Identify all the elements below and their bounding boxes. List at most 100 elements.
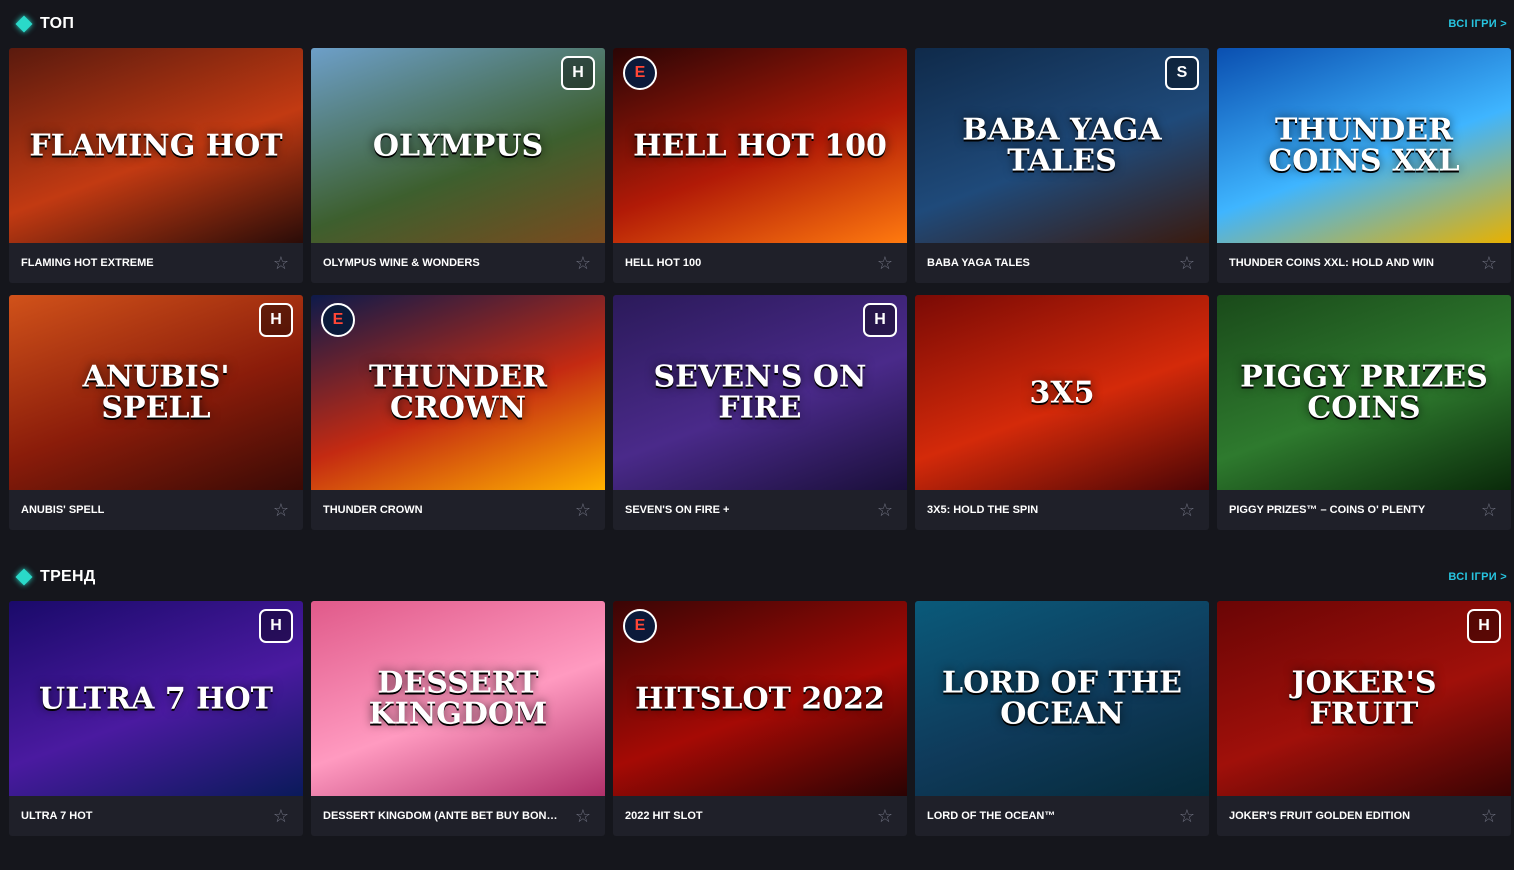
- game-name: ANUBIS' SPELL: [21, 504, 105, 516]
- game-thumbnail[interactable]: H JOKER'S FRUIT: [1217, 601, 1511, 796]
- star-icon[interactable]: ☆: [877, 807, 893, 825]
- section-1: ТРЕНД ВСІ ІГРИ > H ULTRA 7 HOT ULTRA 7 H…: [0, 553, 1514, 836]
- game-card[interactable]: H SEVEN'S ON FIRE SEVEN'S ON FIRE + ☆: [613, 295, 907, 530]
- game-name: OLYMPUS WINE & WONDERS: [323, 257, 480, 269]
- game-card[interactable]: E HITSLOT 2022 2022 HIT SLOT ☆: [613, 601, 907, 836]
- section-title: ТРЕНД: [15, 568, 96, 586]
- star-icon[interactable]: ☆: [575, 501, 591, 519]
- game-thumbnail-title: FLAMING HOT: [29, 127, 283, 163]
- section-title-text: ТРЕНД: [40, 568, 96, 585]
- game-thumbnail-title: HITSLOT 2022: [635, 680, 885, 716]
- star-icon[interactable]: ☆: [1179, 501, 1195, 519]
- game-card-footer: SEVEN'S ON FIRE + ☆: [613, 490, 907, 530]
- diamond-icon: [15, 568, 33, 586]
- star-icon[interactable]: ☆: [575, 254, 591, 272]
- provider-badge-icon: E: [623, 56, 657, 90]
- all-games-link[interactable]: ВСІ ІГРИ >: [1448, 18, 1507, 30]
- game-card-footer: DESSERT KINGDOM (ANTE BET BUY BONUS) ☆: [311, 796, 605, 836]
- game-card-footer: LORD OF THE OCEAN™ ☆: [915, 796, 1209, 836]
- game-thumbnail[interactable]: H OLYMPUS: [311, 48, 605, 243]
- game-card-footer: 3X5: HOLD THE SPIN ☆: [915, 490, 1209, 530]
- all-games-link[interactable]: ВСІ ІГРИ >: [1448, 571, 1507, 583]
- game-card[interactable]: 3X5 3X5: HOLD THE SPIN ☆: [915, 295, 1209, 530]
- star-icon[interactable]: ☆: [273, 807, 289, 825]
- game-thumbnail[interactable]: E HITSLOT 2022: [613, 601, 907, 796]
- game-name: BABA YAGA TALES: [927, 257, 1030, 269]
- game-card[interactable]: FLAMING HOT FLAMING HOT EXTREME ☆: [9, 48, 303, 283]
- game-name: LORD OF THE OCEAN™: [927, 810, 1056, 822]
- game-name: FLAMING HOT EXTREME: [21, 257, 154, 269]
- game-card-footer: THUNDER CROWN ☆: [311, 490, 605, 530]
- game-thumbnail[interactable]: LORD OF THE OCEAN: [915, 601, 1209, 796]
- game-thumbnail-title: BABA YAGA TALES: [962, 112, 1162, 179]
- game-thumbnail[interactable]: H SEVEN'S ON FIRE: [613, 295, 907, 490]
- game-card[interactable]: DESSERT KINGDOM DESSERT KINGDOM (ANTE BE…: [311, 601, 605, 836]
- game-name: ULTRA 7 HOT: [21, 810, 93, 822]
- game-card[interactable]: LORD OF THE OCEAN LORD OF THE OCEAN™ ☆: [915, 601, 1209, 836]
- provider-badge-icon: H: [1467, 609, 1501, 643]
- star-icon[interactable]: ☆: [1481, 807, 1497, 825]
- game-card-footer: THUNDER COINS XXL: HOLD AND WIN ☆: [1217, 243, 1511, 283]
- game-name: PIGGY PRIZES™ – COINS O' PLENTY: [1229, 504, 1426, 516]
- game-thumbnail-title: DESSERT KINGDOM: [368, 665, 548, 732]
- game-card[interactable]: PIGGY PRIZES COINS PIGGY PRIZES™ – COINS…: [1217, 295, 1511, 530]
- game-card-footer: ANUBIS' SPELL ☆: [9, 490, 303, 530]
- game-thumbnail[interactable]: FLAMING HOT: [9, 48, 303, 243]
- star-icon[interactable]: ☆: [1179, 807, 1195, 825]
- provider-badge-icon: S: [1165, 56, 1199, 90]
- game-card[interactable]: H OLYMPUS OLYMPUS WINE & WONDERS ☆: [311, 48, 605, 283]
- game-thumbnail[interactable]: PIGGY PRIZES COINS: [1217, 295, 1511, 490]
- game-name: 3X5: HOLD THE SPIN: [927, 504, 1039, 516]
- section-header: ТОП ВСІ ІГРИ >: [0, 0, 1514, 48]
- game-name: THUNDER COINS XXL: HOLD AND WIN: [1229, 257, 1434, 269]
- game-thumbnail-title: OLYMPUS: [372, 127, 544, 163]
- game-thumbnail-title: 3X5: [1029, 374, 1095, 410]
- section-0: ТОП ВСІ ІГРИ > FLAMING HOT FLAMING HOT E…: [0, 0, 1514, 530]
- game-card-footer: HELL HOT 100 ☆: [613, 243, 907, 283]
- star-icon[interactable]: ☆: [1481, 501, 1497, 519]
- star-icon[interactable]: ☆: [273, 254, 289, 272]
- game-name: DESSERT KINGDOM (ANTE BET BUY BONUS): [323, 810, 563, 822]
- game-name: JOKER'S FRUIT GOLDEN EDITION: [1229, 810, 1411, 822]
- game-thumbnail[interactable]: 3X5: [915, 295, 1209, 490]
- game-card-footer: 2022 HIT SLOT ☆: [613, 796, 907, 836]
- star-icon[interactable]: ☆: [877, 254, 893, 272]
- game-name: 2022 HIT SLOT: [625, 810, 703, 822]
- game-thumbnail[interactable]: THUNDER COINS XXL: [1217, 48, 1511, 243]
- game-card[interactable]: S BABA YAGA TALES BABA YAGA TALES ☆: [915, 48, 1209, 283]
- diamond-icon: [15, 15, 33, 33]
- provider-badge-icon: H: [561, 56, 595, 90]
- game-card[interactable]: H ANUBIS' SPELL ANUBIS' SPELL ☆: [9, 295, 303, 530]
- game-card[interactable]: E HELL HOT 100 HELL HOT 100 ☆: [613, 48, 907, 283]
- game-card[interactable]: H ULTRA 7 HOT ULTRA 7 HOT ☆: [9, 601, 303, 836]
- game-thumbnail[interactable]: E THUNDER CROWN: [311, 295, 605, 490]
- game-thumbnail[interactable]: E HELL HOT 100: [613, 48, 907, 243]
- provider-badge-icon: E: [623, 609, 657, 643]
- game-thumbnail[interactable]: H ANUBIS' SPELL: [9, 295, 303, 490]
- game-thumbnail-title: SEVEN'S ON FIRE: [653, 359, 867, 426]
- game-thumbnail[interactable]: H ULTRA 7 HOT: [9, 601, 303, 796]
- game-thumbnail-title: THUNDER COINS XXL: [1268, 112, 1460, 179]
- star-icon[interactable]: ☆: [877, 501, 893, 519]
- star-icon[interactable]: ☆: [1179, 254, 1195, 272]
- game-card-footer: BABA YAGA TALES ☆: [915, 243, 1209, 283]
- game-thumbnail[interactable]: DESSERT KINGDOM: [311, 601, 605, 796]
- games-grid: H ULTRA 7 HOT ULTRA 7 HOT ☆ DESSERT KING…: [0, 601, 1514, 836]
- game-thumbnail-title: HELL HOT 100: [633, 127, 887, 163]
- game-card[interactable]: H JOKER'S FRUIT JOKER'S FRUIT GOLDEN EDI…: [1217, 601, 1511, 836]
- game-name: HELL HOT 100: [625, 257, 702, 269]
- games-grid: FLAMING HOT FLAMING HOT EXTREME ☆ H OLYM…: [0, 48, 1514, 530]
- game-thumbnail-title: THUNDER CROWN: [368, 359, 548, 426]
- game-thumbnail-title: ANUBIS' SPELL: [82, 359, 230, 426]
- star-icon[interactable]: ☆: [273, 501, 289, 519]
- game-card[interactable]: THUNDER COINS XXL THUNDER COINS XXL: HOL…: [1217, 48, 1511, 283]
- game-card-footer: JOKER'S FRUIT GOLDEN EDITION ☆: [1217, 796, 1511, 836]
- star-icon[interactable]: ☆: [1481, 254, 1497, 272]
- star-icon[interactable]: ☆: [575, 807, 591, 825]
- game-thumbnail-title: JOKER'S FRUIT: [1291, 665, 1437, 732]
- game-thumbnail-title: ULTRA 7 HOT: [39, 680, 273, 716]
- game-thumbnail[interactable]: S BABA YAGA TALES: [915, 48, 1209, 243]
- game-card[interactable]: E THUNDER CROWN THUNDER CROWN ☆: [311, 295, 605, 530]
- game-card-footer: ULTRA 7 HOT ☆: [9, 796, 303, 836]
- section-title: ТОП: [15, 15, 74, 33]
